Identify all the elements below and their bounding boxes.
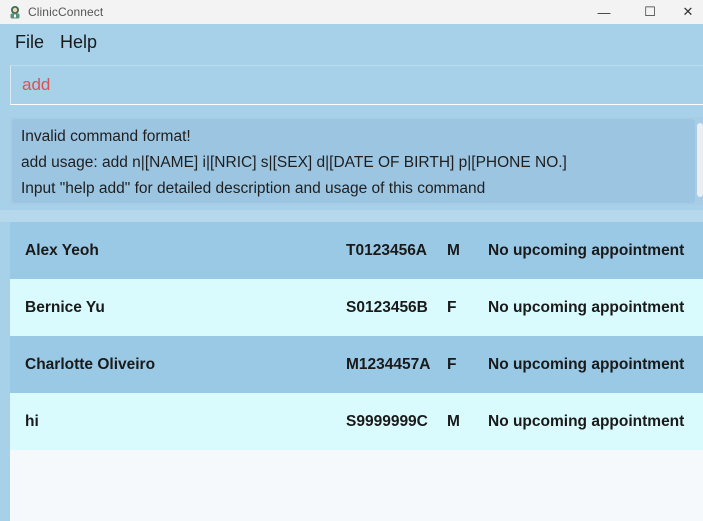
patient-nric: M1234457A xyxy=(346,355,431,373)
app-window: ClinicConnect — ☐ ✕ File Help Invalid co… xyxy=(0,0,703,521)
patient-card[interactable]: Alex Yeoh T0123456A M No upcoming appoin… xyxy=(10,222,703,279)
patient-card[interactable]: Charlotte Oliveiro M1234457A F No upcomi… xyxy=(10,336,703,393)
patient-appointment: No upcoming appointment xyxy=(488,241,685,259)
patient-card[interactable]: Bernice Yu S0123456B F No upcoming appoi… xyxy=(10,279,703,336)
command-box xyxy=(10,65,703,105)
patient-nric: S9999999C xyxy=(346,412,428,430)
patient-sex: M xyxy=(447,412,460,430)
title-bar: ClinicConnect — ☐ ✕ xyxy=(0,0,703,24)
result-display-panel: Invalid command format! add usage: add n… xyxy=(10,117,703,205)
window-controls: — ☐ ✕ xyxy=(581,0,703,24)
maximize-button[interactable]: ☐ xyxy=(627,0,673,24)
patient-name: hi xyxy=(25,412,39,430)
patient-card[interactable]: hi S9999999C M No upcoming appointment xyxy=(10,393,703,450)
patient-nric: T0123456A xyxy=(346,241,428,259)
patient-appointment: No upcoming appointment xyxy=(488,355,685,373)
menu-help[interactable]: Help xyxy=(52,32,105,53)
patient-name: Bernice Yu xyxy=(25,298,105,316)
patient-name: Charlotte Oliveiro xyxy=(25,355,156,373)
command-input[interactable] xyxy=(22,75,703,95)
menu-file[interactable]: File xyxy=(7,32,52,53)
close-button[interactable]: ✕ xyxy=(673,0,703,24)
patient-appointment: No upcoming appointment xyxy=(488,412,685,430)
result-line: Invalid command format! xyxy=(21,128,191,145)
minimize-button[interactable]: — xyxy=(581,0,627,24)
patient-name: Alex Yeoh xyxy=(25,241,99,259)
patient-sex: M xyxy=(447,241,460,259)
result-line: Input "help add" for detailed descriptio… xyxy=(21,180,486,197)
patient-sex: F xyxy=(447,355,457,373)
result-line: add usage: add n|[NAME] i|[NRIC] s|[SEX]… xyxy=(21,154,567,171)
patient-nric: S0123456B xyxy=(346,298,428,316)
panel-divider xyxy=(0,210,703,222)
window-title: ClinicConnect xyxy=(28,5,104,19)
patient-list: Alex Yeoh T0123456A M No upcoming appoin… xyxy=(10,222,703,521)
clinic-app-icon xyxy=(10,6,20,19)
result-display[interactable]: Invalid command format! add usage: add n… xyxy=(12,119,695,203)
menu-bar: File Help xyxy=(0,24,703,60)
patient-appointment: No upcoming appointment xyxy=(488,298,685,316)
patient-sex: F xyxy=(447,298,457,316)
result-scrollbar[interactable] xyxy=(697,123,703,197)
